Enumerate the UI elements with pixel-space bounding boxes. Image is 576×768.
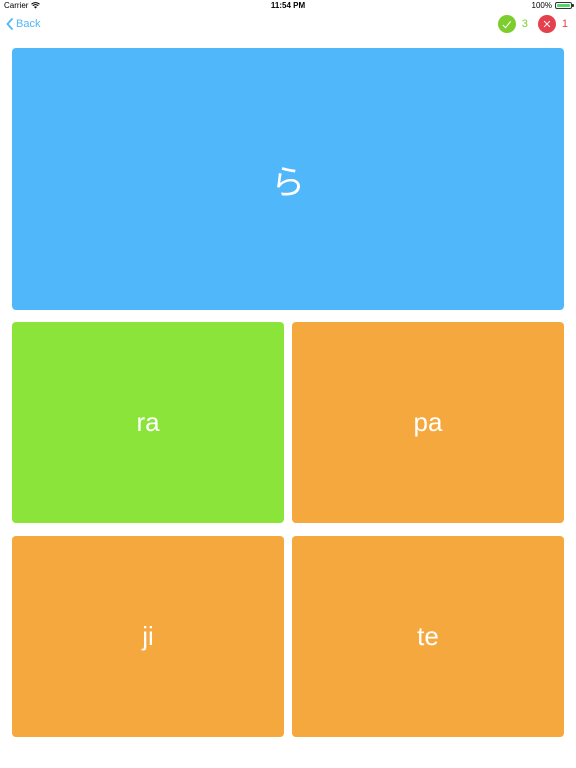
answer-option-4[interactable]: te <box>292 536 564 737</box>
score-panel: 3 1 <box>497 14 568 34</box>
wrong-count: 1 <box>561 18 568 30</box>
battery-percent: 100% <box>531 1 552 10</box>
status-time: 11:54 PM <box>270 1 306 10</box>
correct-count: 3 <box>521 18 528 30</box>
answer-label: te <box>417 621 439 651</box>
back-label: Back <box>16 18 41 30</box>
status-bar: Carrier 11:54 PM 100% <box>0 0 576 12</box>
battery-icon <box>555 2 574 9</box>
answer-label: ra <box>136 407 160 437</box>
answer-option-2[interactable]: pa <box>292 322 564 523</box>
checkmark-icon <box>502 20 512 29</box>
battery-status: 100% <box>531 1 574 10</box>
back-button[interactable]: Back <box>6 15 40 33</box>
answer-label: pa <box>413 407 443 437</box>
chevron-left-icon <box>6 18 13 30</box>
correct-badge <box>497 15 516 33</box>
navigation-bar: Back 3 1 <box>0 12 576 36</box>
wrong-badge <box>537 15 556 33</box>
answer-option-3[interactable]: ji <box>12 536 284 737</box>
prompt-card: ら <box>12 48 564 310</box>
x-mark-icon <box>543 20 551 28</box>
answer-label: ji <box>142 621 154 651</box>
prompt-character: ら <box>271 163 305 202</box>
answer-option-1[interactable]: ra <box>12 322 284 523</box>
